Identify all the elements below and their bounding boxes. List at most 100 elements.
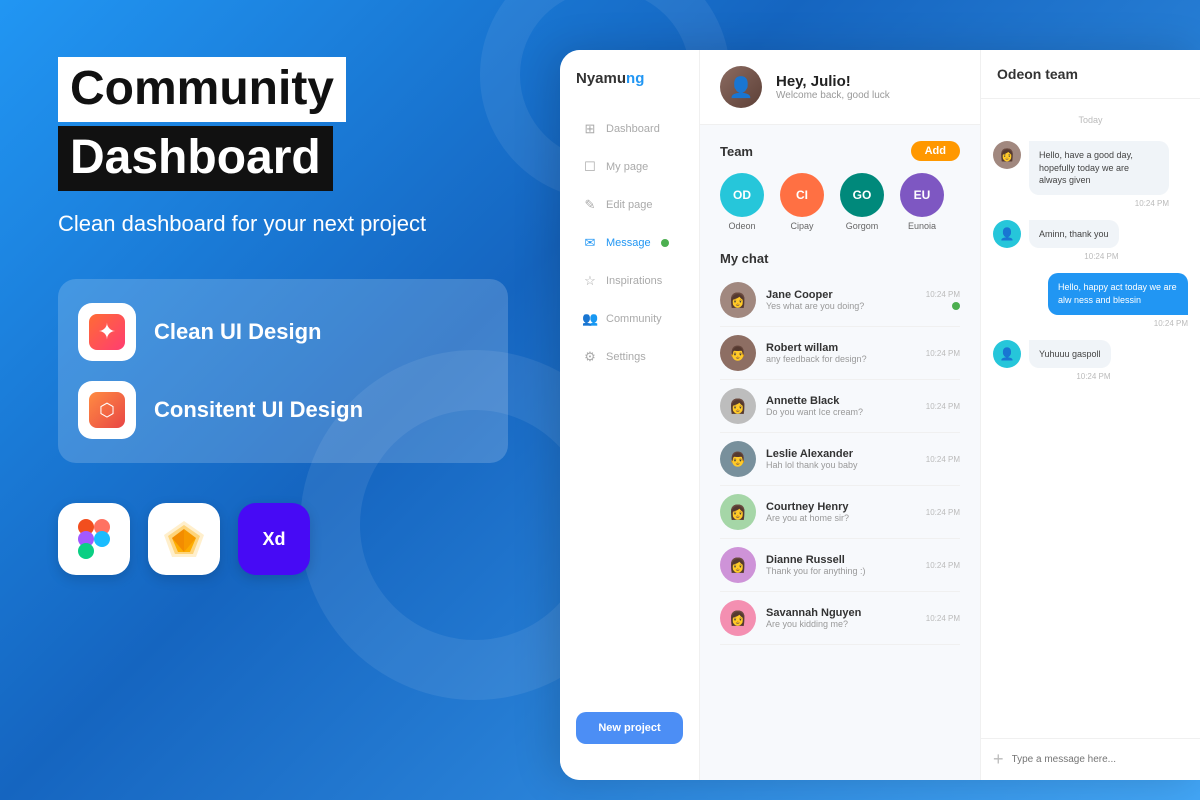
new-project-button[interactable]: New project xyxy=(576,712,683,744)
inspirations-icon: ☆ xyxy=(582,273,598,289)
feature-item-1: ✦ Clean UI Design xyxy=(78,303,488,361)
chat-time-2: 10:24 PM xyxy=(926,402,960,411)
chat-name-4: Courtney Henry xyxy=(766,501,916,513)
chat-info-1: Robert willam any feedback for design? xyxy=(766,342,916,364)
subtitle: Clean dashboard for your next project xyxy=(58,209,508,240)
greeting-text: Hey, Julio! xyxy=(776,73,890,90)
chat-time-0: 10:24 PM xyxy=(926,290,960,299)
chat-item-3[interactable]: 👨 Leslie Alexander Hah lol thank you bab… xyxy=(720,433,960,486)
chat-time-4: 10:24 PM xyxy=(926,508,960,517)
chat-meta-0: 10:24 PM xyxy=(926,290,960,310)
xd-icon-tool[interactable]: Xd xyxy=(238,503,310,575)
main-content: 👤 Hey, Julio! Welcome back, good luck Te… xyxy=(700,50,980,780)
feature-icon-1: ✦ xyxy=(78,303,136,361)
sidebar-label-message: Message xyxy=(606,237,651,249)
settings-icon: ⚙ xyxy=(582,349,598,365)
chat-meta-4: 10:24 PM xyxy=(926,508,960,517)
dashboard-container: Nyamung ⊞ Dashboard ☐ My page ✎ Edit pag… xyxy=(560,50,1200,780)
chat-info-6: Savannah Nguyen Are you kidding me? xyxy=(766,607,916,629)
team-member-1: CI Cipay xyxy=(780,173,824,231)
msg-time-1: 10:24 PM xyxy=(1029,252,1119,261)
chat-meta-5: 10:24 PM xyxy=(926,561,960,570)
feature-label-1: Clean UI Design xyxy=(154,319,321,345)
chat-item-0[interactable]: 👩 Jane Cooper Yes what are you doing? 10… xyxy=(720,274,960,327)
chat-item-2[interactable]: 👩 Annette Black Do you want Ice cream? 1… xyxy=(720,380,960,433)
chat-time-1: 10:24 PM xyxy=(926,349,960,358)
chat-preview-6: Are you kidding me? xyxy=(766,619,916,629)
team-section-header: Team Add xyxy=(720,141,960,161)
chat-avatar-4: 👩 xyxy=(720,494,756,530)
chat-avatar-5: 👩 xyxy=(720,547,756,583)
msg-text-3: Yuhuuu gaspoll xyxy=(1039,348,1101,361)
msg-avatar-3: 👤 xyxy=(993,340,1021,368)
user-avatar: 👤 xyxy=(720,66,762,108)
sidebar-item-settings[interactable]: ⚙ Settings xyxy=(566,339,693,375)
team-name-3: Eunoia xyxy=(908,221,936,231)
feature-icon-2: ⬡ xyxy=(78,381,136,439)
msg-avatar-1: 👤 xyxy=(993,220,1021,248)
chat-item-6[interactable]: 👩 Savannah Nguyen Are you kidding me? 10… xyxy=(720,592,960,645)
chat-avatar-2: 👩 xyxy=(720,388,756,424)
sidebar-item-dashboard[interactable]: ⊞ Dashboard xyxy=(566,111,693,147)
chat-name-2: Annette Black xyxy=(766,395,916,407)
team-member-3: EU Eunoia xyxy=(900,173,944,231)
my-chat-title: My chat xyxy=(720,251,960,266)
msg-block-0: Hello, have a good day, hopefully today … xyxy=(1029,141,1169,208)
dashboard-icon: ⊞ xyxy=(582,121,598,137)
chat-meta-6: 10:24 PM xyxy=(926,614,960,623)
feature-item-2: ⬡ Consitent UI Design xyxy=(78,381,488,439)
messages-input-area: + xyxy=(981,738,1200,780)
sidebar-item-editpage[interactable]: ✎ Edit page xyxy=(566,187,693,223)
sketch-icon-tool[interactable] xyxy=(148,503,220,575)
chat-item-1[interactable]: 👨 Robert willam any feedback for design?… xyxy=(720,327,960,380)
sidebar-nav: ⊞ Dashboard ☐ My page ✎ Edit page ✉ Mess… xyxy=(560,111,699,696)
sidebar-item-mypage[interactable]: ☐ My page xyxy=(566,149,693,185)
sidebar-item-message[interactable]: ✉ Message xyxy=(566,225,693,261)
message-input[interactable] xyxy=(1012,754,1188,765)
title-community: Community xyxy=(58,57,346,122)
team-name-2: Gorgom xyxy=(846,221,879,231)
chat-item-5[interactable]: 👩 Dianne Russell Thank you for anything … xyxy=(720,539,960,592)
spark-icon: ✦ xyxy=(89,314,125,350)
add-attachment-icon[interactable]: + xyxy=(993,749,1004,770)
team-name-0: Odeon xyxy=(728,221,755,231)
team-avatar-2: GO xyxy=(840,173,884,217)
msg-avatar-0: 👩 xyxy=(993,141,1021,169)
chat-info-5: Dianne Russell Thank you for anything :) xyxy=(766,554,916,576)
chat-item-4[interactable]: 👩 Courtney Henry Are you at home sir? 10… xyxy=(720,486,960,539)
chat-info-3: Leslie Alexander Hah lol thank you baby xyxy=(766,448,916,470)
sidebar-item-community[interactable]: 👥 Community xyxy=(566,301,693,337)
content-area: Team Add OD Odeon CI Cipay GO Gorgom EU xyxy=(700,125,980,780)
msg-bubble-2: Hello, happy act today we are alw ness a… xyxy=(1048,273,1188,314)
msg-bubble-1: Aminn, thank you xyxy=(1029,220,1119,249)
chat-info-0: Jane Cooper Yes what are you doing? xyxy=(766,289,916,311)
msg-text-1: Aminn, thank you xyxy=(1039,228,1109,241)
team-avatar-0: OD xyxy=(720,173,764,217)
chat-time-5: 10:24 PM xyxy=(926,561,960,570)
chat-time-3: 10:24 PM xyxy=(926,455,960,464)
message-icon: ✉ xyxy=(582,235,598,251)
messages-panel: Odeon team Today 👩 Hello, have a good da… xyxy=(980,50,1200,780)
msg-bubble-0: Hello, have a good day, hopefully today … xyxy=(1029,141,1169,195)
team-member-0: OD Odeon xyxy=(720,173,764,231)
chat-info-4: Courtney Henry Are you at home sir? xyxy=(766,501,916,523)
team-avatars: OD Odeon CI Cipay GO Gorgom EU Eunoia xyxy=(720,173,960,231)
chat-name-1: Robert willam xyxy=(766,342,916,354)
add-team-button[interactable]: Add xyxy=(911,141,960,161)
sidebar-label-community: Community xyxy=(606,313,662,325)
sidebar-label-inspirations: Inspirations xyxy=(606,275,662,287)
sidebar-bottom: New project xyxy=(560,696,699,760)
chat-name-5: Dianne Russell xyxy=(766,554,916,566)
sidebar-item-inspirations[interactable]: ☆ Inspirations xyxy=(566,263,693,299)
messages-body: Today 👩 Hello, have a good day, hopefull… xyxy=(981,99,1200,738)
chat-preview-3: Hah lol thank you baby xyxy=(766,460,916,470)
figma-icon-tool[interactable] xyxy=(58,503,130,575)
chat-time-6: 10:24 PM xyxy=(926,614,960,623)
chat-meta-3: 10:24 PM xyxy=(926,455,960,464)
chat-list: 👩 Jane Cooper Yes what are you doing? 10… xyxy=(720,274,960,645)
chat-preview-2: Do you want Ice cream? xyxy=(766,407,916,417)
chat-meta-2: 10:24 PM xyxy=(926,402,960,411)
dash-header: 👤 Hey, Julio! Welcome back, good luck xyxy=(700,50,980,125)
msg-item-0: 👩 Hello, have a good day, hopefully toda… xyxy=(993,141,1188,208)
msg-block-2: Hello, happy act today we are alw ness a… xyxy=(1048,273,1188,327)
